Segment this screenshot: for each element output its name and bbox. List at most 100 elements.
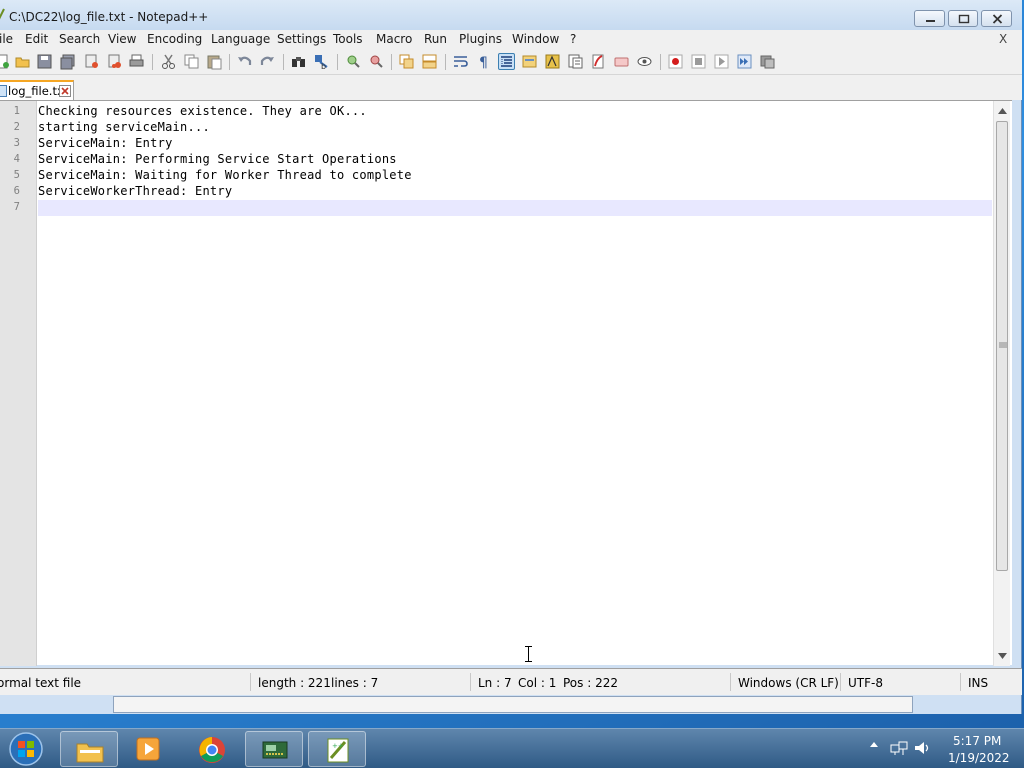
record-macro-button[interactable] <box>667 53 684 70</box>
code-line[interactable]: Checking resources existence. They are O… <box>38 104 367 118</box>
user-language-button[interactable] <box>521 53 538 70</box>
minimize-button[interactable] <box>914 10 945 27</box>
status-separator <box>840 673 841 691</box>
code-line[interactable]: starting serviceMain... <box>38 120 210 134</box>
notepad-window: C:\DC22\log_file.txt - Notepad++ ile Edi… <box>0 0 1022 714</box>
new-file-button[interactable] <box>0 53 11 70</box>
menu-macro[interactable]: Macro <box>376 32 412 46</box>
menu-language[interactable]: Language <box>211 32 270 46</box>
function-list-button[interactable] <box>567 53 584 70</box>
line-number: 7 <box>13 201 20 213</box>
toolbar-separator <box>152 54 153 70</box>
monitoring-button[interactable] <box>613 53 630 70</box>
line-number: 4 <box>13 153 20 165</box>
cut-button[interactable] <box>160 53 177 70</box>
code-line[interactable]: ServiceWorkerThread: Entry <box>38 184 232 198</box>
text-editor[interactable]: 1 2 3 4 5 6 7 Checking resources existen… <box>0 100 1012 666</box>
menu-encoding[interactable]: Encoding <box>147 32 202 46</box>
code-line[interactable]: ServiceMain: Waiting for Worker Thread t… <box>38 168 412 182</box>
line-number: 6 <box>13 185 20 197</box>
taskbar-explorer[interactable] <box>60 731 118 767</box>
open-file-button[interactable] <box>14 53 31 70</box>
replace-icon: b <box>315 55 328 71</box>
line-number: 5 <box>13 169 20 181</box>
save-all-icon <box>60 54 75 70</box>
show-all-chars-button[interactable]: ¶ <box>475 53 492 71</box>
sync-horizontal-icon <box>422 54 437 69</box>
taskbar-media-player[interactable] <box>120 731 178 767</box>
code-line[interactable]: ServiceMain: Entry <box>38 136 173 150</box>
show-hidden-icons-icon[interactable] <box>870 741 878 749</box>
folder-workspace-button[interactable] <box>590 53 607 70</box>
close-button[interactable] <box>981 10 1012 27</box>
paste-button[interactable] <box>206 53 223 70</box>
start-button-icon[interactable] <box>8 731 44 767</box>
clock-time[interactable]: 5:17 PM <box>953 734 1001 748</box>
playback-button[interactable] <box>713 53 730 70</box>
taskbar-network-app[interactable] <box>245 731 303 767</box>
vertical-scrollbar[interactable] <box>993 101 1010 666</box>
copy-button[interactable] <box>183 53 200 70</box>
status-encoding[interactable]: UTF-8 <box>848 676 883 690</box>
tab-log-file[interactable]: log_file.txt <box>0 80 74 100</box>
menu-file[interactable]: ile <box>0 32 13 46</box>
menu-edit[interactable]: Edit <box>25 32 48 46</box>
user-language-icon <box>522 55 537 68</box>
replace-button[interactable]: b <box>313 53 330 71</box>
folder-workspace-icon <box>592 54 604 69</box>
new-icon <box>0 54 9 69</box>
status-eol-format[interactable]: Windows (CR LF) <box>738 676 839 690</box>
sync-vertical-button[interactable] <box>398 53 415 70</box>
stop-record-icon <box>691 54 706 69</box>
indent-guide-button[interactable] <box>498 53 515 70</box>
volume-icon[interactable] <box>913 740 931 756</box>
close-document-button[interactable]: X <box>999 32 1007 46</box>
scroll-up-icon[interactable] <box>998 108 1007 114</box>
scroll-down-icon[interactable] <box>998 653 1007 659</box>
redo-icon <box>260 56 274 65</box>
redo-button[interactable] <box>259 53 276 70</box>
save-macro-icon <box>760 55 775 69</box>
menu-view[interactable]: View <box>108 32 136 46</box>
zoom-in-button[interactable] <box>344 53 361 70</box>
menu-settings[interactable]: Settings <box>277 32 326 46</box>
find-button[interactable] <box>290 53 307 70</box>
word-wrap-button[interactable] <box>452 53 469 70</box>
maximize-button[interactable] <box>948 10 978 27</box>
clock-date[interactable]: 1/19/2022 <box>948 751 1010 765</box>
tab-close-icon[interactable] <box>59 85 71 97</box>
close-file-button[interactable] <box>83 53 100 70</box>
toolbar-separator <box>283 54 284 70</box>
zoom-out-button[interactable] <box>367 53 384 70</box>
menu-run[interactable]: Run <box>424 32 447 46</box>
save-all-button[interactable] <box>59 53 76 70</box>
taskbar-chrome[interactable] <box>183 731 241 767</box>
title-bar[interactable]: C:\DC22\log_file.txt - Notepad++ <box>0 0 1022 30</box>
save-macro-button[interactable] <box>759 53 776 70</box>
sync-horizontal-button[interactable] <box>421 53 438 70</box>
run-multiple-button[interactable] <box>736 53 753 70</box>
doc-map-button[interactable] <box>544 53 561 70</box>
close-all-button[interactable] <box>106 53 123 70</box>
scrollbar-thumb[interactable] <box>996 121 1008 571</box>
toolbar-separator <box>337 54 338 70</box>
menu-help[interactable]: ? <box>570 32 576 46</box>
stop-record-button[interactable] <box>690 53 707 70</box>
network-icon[interactable] <box>890 740 908 756</box>
undo-button[interactable] <box>236 53 253 70</box>
paste-icon <box>207 55 222 70</box>
menu-tools[interactable]: Tools <box>333 32 363 46</box>
eye-button[interactable] <box>636 53 653 70</box>
notepad-app-icon <box>0 8 5 20</box>
save-button[interactable] <box>36 53 53 70</box>
menu-window[interactable]: Window <box>512 32 559 46</box>
status-insert-mode: INS <box>968 676 989 690</box>
taskbar-notepad-plus[interactable]: ++ <box>308 731 366 767</box>
code-line[interactable]: ServiceMain: Performing Service Start Op… <box>38 152 397 166</box>
menu-plugins[interactable]: Plugins <box>459 32 502 46</box>
print-button[interactable] <box>128 53 145 70</box>
menu-search[interactable]: Search <box>59 32 100 46</box>
toolbar-separator <box>391 54 392 70</box>
background-window[interactable] <box>113 696 913 713</box>
close-icon <box>992 14 1003 24</box>
